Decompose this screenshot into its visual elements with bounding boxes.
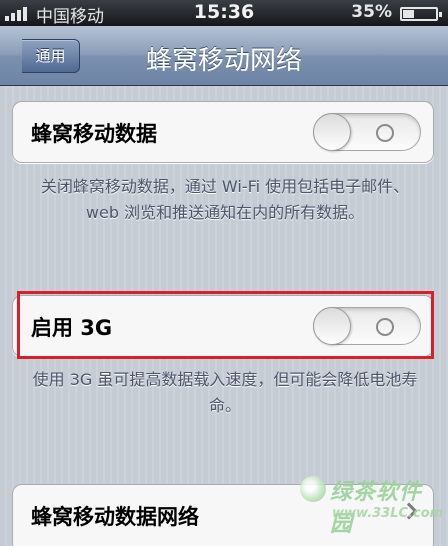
cellular-network-label: 蜂窝移动数据网络 bbox=[31, 505, 199, 529]
battery-icon bbox=[400, 7, 442, 21]
page-title: 蜂窝移动网络 bbox=[145, 46, 302, 76]
watermark: 绿茶软件园 www.33LC.com bbox=[296, 472, 443, 537]
highlight-box bbox=[17, 291, 434, 359]
battery-level bbox=[403, 10, 414, 18]
status-bar: 中国移动 15:36 35% bbox=[0, 0, 448, 27]
cellular-data-label: 蜂窝移动数据 bbox=[31, 122, 157, 146]
cellular-data-cell: 蜂窝移动数据 bbox=[12, 101, 434, 163]
toggle-knob bbox=[313, 113, 351, 151]
cellular-data-footer: 关闭蜂窝移动数据，通过 Wi-Fi 使用包括电子邮件、web 浏览和推送通知在内… bbox=[40, 177, 410, 222]
battery-percent: 35% bbox=[351, 2, 392, 22]
enable-3g-footer: 使用 3G 虽可提高数据载入速度，但可能会降低电池寿命。 bbox=[32, 370, 418, 415]
watermark-url: www.33LC.com bbox=[332, 506, 444, 521]
cellular-data-toggle[interactable] bbox=[313, 113, 421, 151]
navigation-bar: 通用 蜂窝移动网络 bbox=[0, 26, 448, 86]
off-indicator-icon bbox=[376, 124, 394, 142]
watermark-logo-icon bbox=[300, 476, 326, 502]
